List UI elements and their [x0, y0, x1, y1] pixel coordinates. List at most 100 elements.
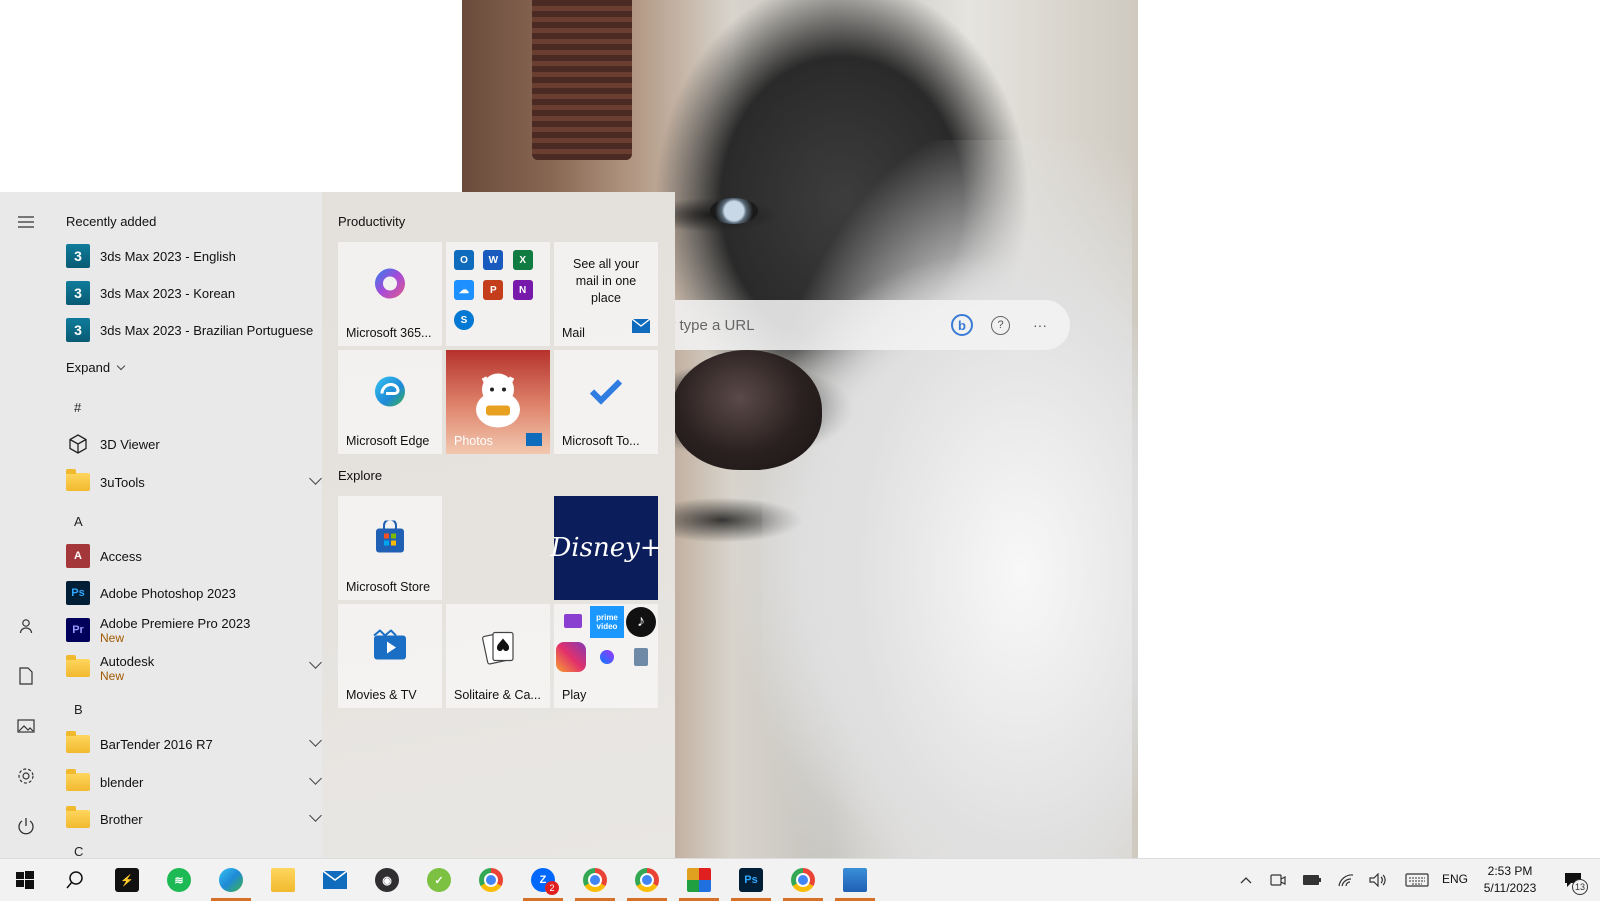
- messenger-icon[interactable]: [600, 650, 614, 664]
- folder-icon: [66, 731, 90, 756]
- tile-movies-tv[interactable]: Movies & TV: [338, 604, 442, 708]
- battery-icon[interactable]: [1302, 871, 1322, 889]
- taskbar-edge[interactable]: [207, 859, 255, 901]
- tile-label: Microsoft 365...: [346, 326, 432, 340]
- folder-brother[interactable]: Brother: [66, 803, 322, 835]
- tile-label: Movies & TV: [346, 688, 417, 702]
- volume-icon[interactable]: [1368, 871, 1388, 889]
- app-adobe-photoshop[interactable]: Ps Adobe Photoshop 2023: [66, 577, 322, 609]
- taskbar-chrome-profile-1[interactable]: [571, 859, 619, 901]
- app-adobe-premiere[interactable]: Pr Adobe Premiere Pro 2023 New: [66, 612, 322, 648]
- clipchamp-icon[interactable]: [564, 614, 582, 628]
- folder-autodesk[interactable]: Autodesk New: [66, 650, 322, 686]
- onedrive-icon[interactable]: ☁: [454, 280, 474, 300]
- chevron-down-icon[interactable]: [309, 809, 322, 822]
- documents-icon[interactable]: [12, 662, 40, 690]
- taskbar-zalo[interactable]: Z 2: [519, 859, 567, 901]
- app-access[interactable]: A Access: [66, 540, 322, 572]
- bing-icon[interactable]: b: [951, 314, 973, 336]
- taskbar-spotify[interactable]: ≋: [155, 859, 203, 901]
- chevron-down-icon[interactable]: [309, 734, 322, 747]
- tile-label: Solitaire & Ca...: [454, 688, 541, 702]
- clock[interactable]: 2:53 PM 5/11/2023: [1470, 863, 1550, 897]
- dog-eye: [710, 198, 758, 224]
- hamburger-menu-icon[interactable]: [12, 208, 40, 236]
- group-title-productivity[interactable]: Productivity: [338, 214, 405, 229]
- folder-3utools[interactable]: 3uTools: [66, 466, 322, 498]
- address-placeholder[interactable]: or type a URL: [662, 317, 951, 334]
- notification-count: 13: [1572, 879, 1588, 895]
- settings-gear-icon[interactable]: [12, 762, 40, 790]
- tile-microsoft-edge[interactable]: Microsoft Edge: [338, 350, 442, 454]
- folder-icon: [66, 806, 90, 831]
- user-account-icon[interactable]: [12, 612, 40, 640]
- keyboard-icon[interactable]: [1404, 871, 1430, 889]
- taskbar-photos[interactable]: [831, 859, 879, 901]
- letter-header-b[interactable]: B: [74, 702, 83, 717]
- taskbar-mail[interactable]: [311, 859, 359, 901]
- taskbar-chrome-profile-2[interactable]: [623, 859, 671, 901]
- help-icon[interactable]: ?: [991, 315, 1010, 335]
- start-left-rail: [0, 192, 52, 858]
- taskbar-chrome[interactable]: [467, 859, 515, 901]
- app-3ds-max-english[interactable]: 3 3ds Max 2023 - English: [66, 240, 322, 272]
- chrome-icon: [635, 868, 659, 892]
- letter-header-hash[interactable]: #: [74, 400, 81, 415]
- onenote-icon[interactable]: N: [512, 280, 533, 300]
- calculator-icon[interactable]: [634, 648, 648, 666]
- meet-now-icon[interactable]: [1268, 871, 1288, 889]
- tile-microsoft-todo[interactable]: Microsoft To...: [554, 350, 658, 454]
- tile-disney-plus[interactable]: Disney+: [550, 496, 662, 600]
- taskbar-obs[interactable]: ◉: [363, 859, 411, 901]
- power-icon[interactable]: [12, 812, 40, 840]
- pictures-icon[interactable]: [12, 712, 40, 740]
- group-title-explore[interactable]: Explore: [338, 468, 382, 483]
- taskbar-chrome-profile-3[interactable]: [779, 859, 827, 901]
- search-button[interactable]: [51, 859, 99, 901]
- app-label: Adobe Photoshop 2023: [100, 585, 236, 601]
- prime-video-icon[interactable]: prime video: [590, 606, 624, 638]
- new-badge: New: [100, 668, 125, 683]
- chevron-down-icon[interactable]: [309, 772, 322, 785]
- tile-microsoft-365[interactable]: Microsoft 365...: [338, 242, 442, 346]
- instagram-icon[interactable]: [556, 642, 586, 672]
- taskbar-app-red[interactable]: ⚡: [103, 859, 151, 901]
- powerpoint-icon[interactable]: P: [483, 280, 504, 300]
- app-3d-viewer[interactable]: 3D Viewer: [66, 428, 322, 460]
- more-options-icon[interactable]: ···: [1028, 313, 1052, 337]
- expand-recent-button[interactable]: Expand: [66, 360, 126, 375]
- tile-photos[interactable]: Photos: [446, 350, 550, 454]
- app-3ds-max-korean[interactable]: 3 3ds Max 2023 - Korean: [66, 277, 322, 309]
- app-3ds-max-brazilian-portuguese[interactable]: 3 3ds Max 2023 - Brazilian Portuguese: [66, 314, 322, 346]
- skype-icon[interactable]: S: [454, 310, 474, 330]
- tile-office-apps-folder[interactable]: O W X ☁ P N S: [446, 242, 550, 346]
- chevron-down-icon[interactable]: [309, 472, 322, 485]
- tile-microsoft-store[interactable]: Microsoft Store: [338, 496, 442, 600]
- browser-address-bar[interactable]: or type a URL b ? ···: [640, 300, 1070, 350]
- taskbar-app-green[interactable]: ✓: [415, 859, 463, 901]
- excel-icon[interactable]: X: [512, 250, 533, 270]
- input-language-indicator[interactable]: ENG: [1442, 872, 1468, 886]
- wifi-icon[interactable]: [1336, 871, 1356, 889]
- word-icon[interactable]: W: [483, 250, 504, 270]
- taskbar-file-explorer[interactable]: [259, 859, 307, 901]
- notification-center-button[interactable]: 13: [1558, 871, 1588, 895]
- folder-blender[interactable]: blender: [66, 766, 322, 798]
- taskbar-photoshop[interactable]: Ps: [727, 859, 775, 901]
- letter-header-a[interactable]: A: [74, 514, 83, 529]
- taskbar-app-grid[interactable]: [675, 859, 723, 901]
- folder-icon: [66, 469, 90, 494]
- tile-mail[interactable]: See all your mail in one place Mail: [554, 242, 658, 346]
- all-apps-list[interactable]: Recently added 3 3ds Max 2023 - English …: [52, 192, 322, 858]
- chevron-up-icon[interactable]: [1236, 871, 1256, 889]
- lucky-cat-photo: [470, 370, 526, 435]
- outlook-icon[interactable]: O: [454, 250, 474, 270]
- mail-promo-text: See all your mail in one place: [572, 257, 639, 305]
- chevron-down-icon[interactable]: [309, 656, 322, 669]
- tiktok-icon[interactable]: ♪: [626, 607, 656, 637]
- letter-header-c[interactable]: C: [74, 844, 83, 858]
- folder-bartender[interactable]: BarTender 2016 R7: [66, 728, 322, 760]
- start-button[interactable]: [1, 859, 49, 901]
- tile-play-folder[interactable]: prime video ♪ Play: [554, 604, 658, 708]
- tile-solitaire[interactable]: Solitaire & Ca...: [446, 604, 550, 708]
